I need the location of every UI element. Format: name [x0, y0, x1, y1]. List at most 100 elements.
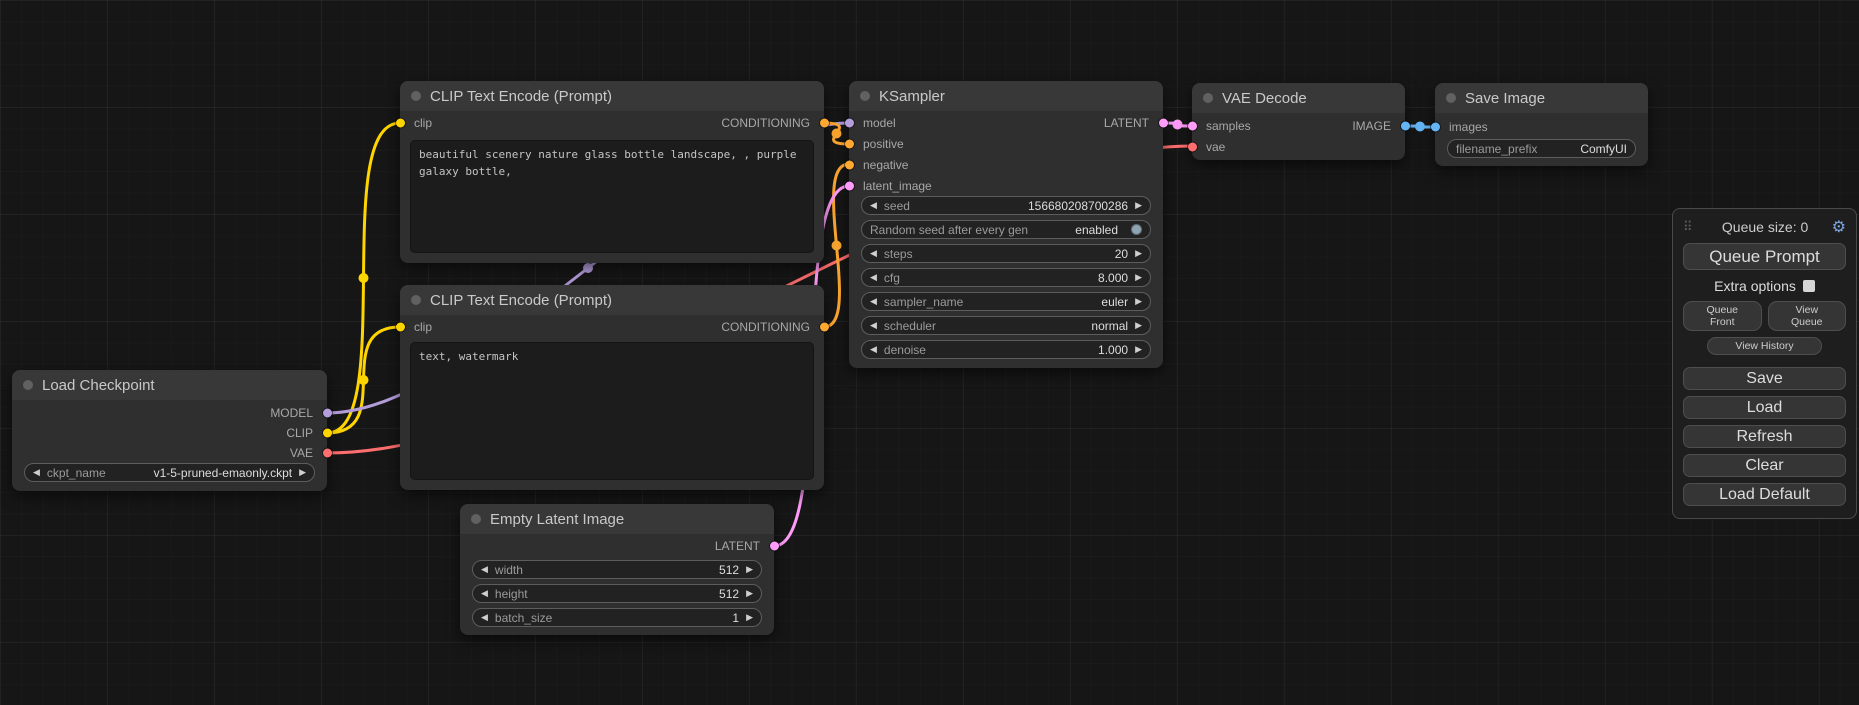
increment-arrow-icon[interactable]: ▶ [746, 565, 753, 574]
node-status-dot-icon [23, 380, 33, 390]
decrement-arrow-icon[interactable]: ◀ [870, 201, 877, 210]
steps-widget[interactable]: ◀ steps 20 ▶ [861, 244, 1151, 263]
node-title-bar[interactable]: Load Checkpoint [12, 370, 327, 400]
increment-arrow-icon[interactable]: ▶ [1135, 249, 1142, 258]
decrement-arrow-icon[interactable]: ◀ [870, 297, 877, 306]
widget-label: height [495, 587, 528, 601]
node-ksampler: KSampler model LATENT positive negative … [849, 81, 1163, 368]
decrement-arrow-icon[interactable]: ◀ [481, 565, 488, 574]
node-vae-decode: VAE Decode samples IMAGE vae [1192, 83, 1405, 160]
input-label: model [849, 116, 896, 130]
output-port-image[interactable] [1401, 121, 1410, 130]
decrement-arrow-icon[interactable]: ◀ [870, 321, 877, 330]
toggle-indicator-icon[interactable] [1131, 224, 1142, 235]
node-graph-canvas[interactable]: Load Checkpoint MODEL CLIP VAE ◀ ckpt_na… [0, 0, 1859, 705]
node-title-bar[interactable]: CLIP Text Encode (Prompt) [400, 81, 824, 111]
node-title-bar[interactable]: VAE Decode [1192, 83, 1405, 113]
extra-options-checkbox[interactable] [1803, 280, 1815, 292]
settings-gear-icon[interactable]: ⚙ [1832, 217, 1846, 237]
wire-midpoint-dot [359, 273, 369, 283]
decrement-arrow-icon[interactable]: ◀ [33, 468, 40, 477]
clear-button[interactable]: Clear [1683, 454, 1846, 477]
view-history-button[interactable]: View History [1707, 337, 1821, 355]
input-port-model[interactable] [845, 118, 854, 127]
sampler-name-widget[interactable]: ◀ sampler_name euler ▶ [861, 292, 1151, 311]
output-label: MODEL [270, 406, 327, 420]
output-port-latent[interactable] [1159, 118, 1168, 127]
increment-arrow-icon[interactable]: ▶ [746, 613, 753, 622]
widget-label: seed [884, 199, 910, 213]
increment-arrow-icon[interactable]: ▶ [1135, 273, 1142, 282]
input-label: negative [849, 158, 908, 172]
increment-arrow-icon[interactable]: ▶ [746, 589, 753, 598]
node-title-bar[interactable]: Empty Latent Image [460, 504, 774, 534]
batch-size-widget[interactable]: ◀ batch_size 1 ▶ [472, 608, 762, 627]
increment-arrow-icon[interactable]: ▶ [1135, 345, 1142, 354]
input-port-clip[interactable] [396, 119, 405, 128]
prompt-textarea[interactable]: beautiful scenery nature glass bottle la… [410, 140, 814, 253]
wire-midpoint-dot [583, 263, 593, 273]
queue-prompt-button[interactable]: Queue Prompt [1683, 243, 1846, 270]
drag-handle-icon[interactable]: ⠿ [1683, 219, 1693, 235]
port-row-images: images [1435, 116, 1648, 137]
input-port-images[interactable] [1431, 122, 1440, 131]
ckpt-name-widget[interactable]: ◀ ckpt_name v1-5-pruned-emaonly.ckpt ▶ [24, 463, 315, 482]
output-port-vae[interactable] [323, 449, 332, 458]
node-title: Load Checkpoint [42, 377, 155, 394]
output-port-clip[interactable] [323, 429, 332, 438]
increment-arrow-icon[interactable]: ▶ [1135, 297, 1142, 306]
output-port-conditioning[interactable] [820, 119, 829, 128]
decrement-arrow-icon[interactable]: ◀ [870, 273, 877, 282]
extra-options-label: Extra options [1714, 278, 1796, 294]
queue-front-button[interactable]: Queue Front [1683, 301, 1762, 331]
node-empty-latent-image: Empty Latent Image LATENT ◀ width 512 ▶ … [460, 504, 774, 635]
node-title-bar[interactable]: CLIP Text Encode (Prompt) [400, 285, 824, 315]
decrement-arrow-icon[interactable]: ◀ [481, 613, 488, 622]
scheduler-widget[interactable]: ◀ scheduler normal ▶ [861, 316, 1151, 335]
input-label: clip [400, 116, 432, 130]
height-widget[interactable]: ◀ height 512 ▶ [472, 584, 762, 603]
node-load-checkpoint: Load Checkpoint MODEL CLIP VAE ◀ ckpt_na… [12, 370, 327, 491]
output-port-model[interactable] [323, 409, 332, 418]
refresh-button[interactable]: Refresh [1683, 425, 1846, 448]
denoise-widget[interactable]: ◀ denoise 1.000 ▶ [861, 340, 1151, 359]
save-button[interactable]: Save [1683, 367, 1846, 390]
widget-label: Random seed after every gen [870, 223, 1028, 237]
random-seed-toggle-widget[interactable]: Random seed after every gen enabled [861, 220, 1151, 239]
decrement-arrow-icon[interactable]: ◀ [870, 345, 877, 354]
prompt-textarea[interactable]: text, watermark [410, 342, 814, 480]
input-port-clip[interactable] [396, 323, 405, 332]
decrement-arrow-icon[interactable]: ◀ [870, 249, 877, 258]
input-port-negative[interactable] [845, 160, 854, 169]
output-row-model: MODEL [12, 403, 327, 423]
node-title-bar[interactable]: KSampler [849, 81, 1163, 111]
view-queue-button[interactable]: View Queue [1768, 301, 1847, 331]
widget-value: 1 [732, 611, 739, 625]
increment-arrow-icon[interactable]: ▶ [1135, 321, 1142, 330]
load-button[interactable]: Load [1683, 396, 1846, 419]
output-label: CONDITIONING [721, 320, 824, 334]
output-port-latent[interactable] [770, 542, 779, 551]
input-port-positive[interactable] [845, 139, 854, 148]
input-port-vae[interactable] [1188, 142, 1197, 151]
width-widget[interactable]: ◀ width 512 ▶ [472, 560, 762, 579]
widget-value: enabled [1075, 223, 1118, 237]
widget-label: sampler_name [884, 295, 963, 309]
node-title-bar[interactable]: Save Image [1435, 83, 1648, 113]
increment-arrow-icon[interactable]: ▶ [1135, 201, 1142, 210]
load-default-button[interactable]: Load Default [1683, 483, 1846, 506]
cfg-widget[interactable]: ◀ cfg 8.000 ▶ [861, 268, 1151, 287]
output-port-conditioning[interactable] [820, 323, 829, 332]
output-row-latent: LATENT [460, 534, 774, 558]
input-port-latent-image[interactable] [845, 181, 854, 190]
widget-value: normal [1091, 319, 1128, 333]
decrement-arrow-icon[interactable]: ◀ [481, 589, 488, 598]
input-port-samples[interactable] [1188, 121, 1197, 130]
seed-widget[interactable]: ◀ seed 156680208700286 ▶ [861, 196, 1151, 215]
input-label: images [1435, 120, 1488, 134]
increment-arrow-icon[interactable]: ▶ [299, 468, 306, 477]
filename-prefix-widget[interactable]: filename_prefix ComfyUI [1447, 139, 1636, 158]
widget-label: width [495, 563, 523, 577]
input-label: positive [849, 137, 904, 151]
output-label: CLIP [286, 426, 327, 440]
